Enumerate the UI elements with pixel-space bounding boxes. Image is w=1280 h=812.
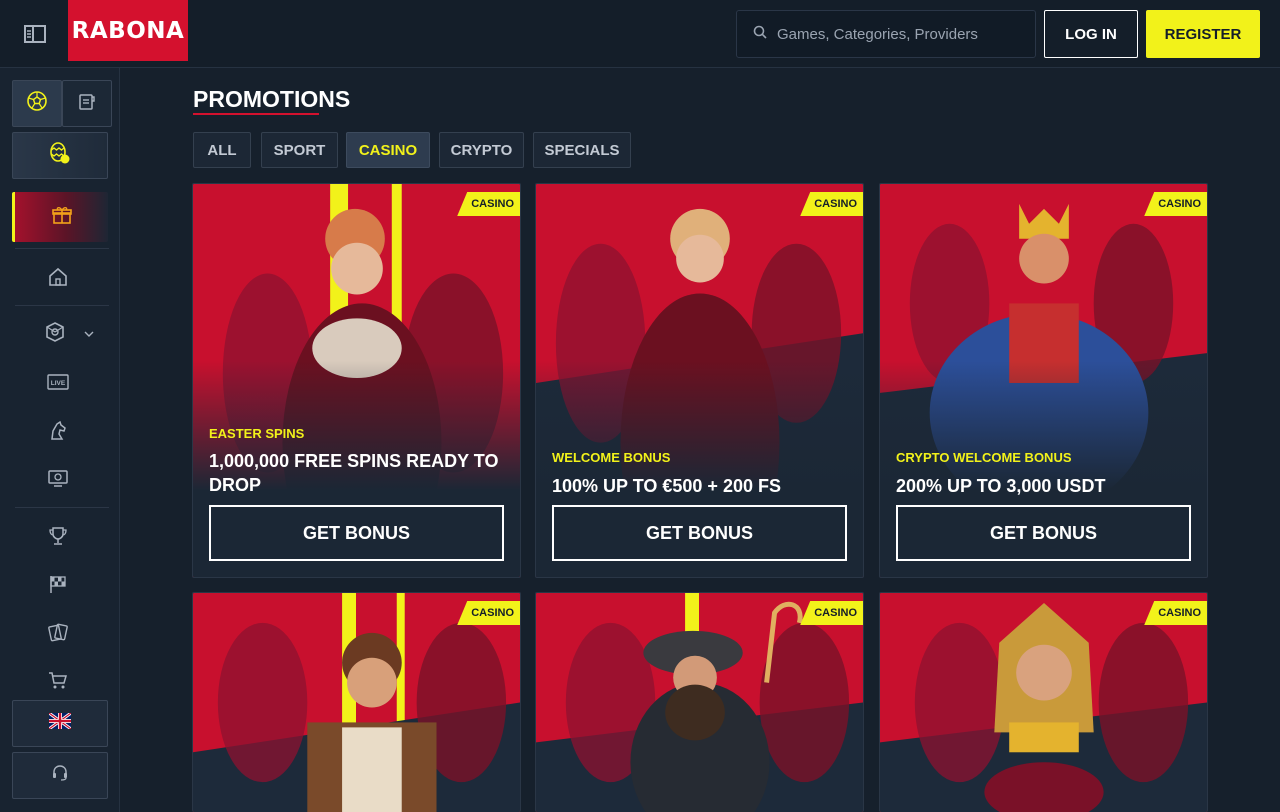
sidebar-divider (15, 305, 109, 306)
register-button[interactable]: REGISTER (1146, 10, 1260, 58)
betslip-icon (77, 91, 97, 116)
login-button[interactable]: LOG IN (1044, 10, 1138, 58)
page-title: PROMOTIONS (193, 86, 351, 112)
svg-text:LIVE: LIVE (51, 380, 66, 387)
promo-card[interactable]: CASINO (192, 592, 521, 812)
filter-tab-all[interactable]: ALL (193, 132, 251, 168)
promo-card[interactable]: CASINO WELCOME BONUS 100% UP TO €500 + 2… (535, 183, 864, 578)
promo-kicker: EASTER SPINS (209, 426, 305, 441)
racing-flag-icon[interactable] (40, 569, 76, 599)
brand-logo[interactable]: RABONA (68, 0, 188, 61)
category-badge: CASINO (800, 192, 863, 216)
top-header: RABONA LOG IN REGISTER (0, 0, 1280, 68)
trophy-icon[interactable] (40, 521, 76, 551)
betslip-toggle-button[interactable] (62, 80, 112, 127)
category-badge: CASINO (1144, 192, 1207, 216)
filter-tab-sport[interactable]: SPORT (261, 132, 338, 168)
search-icon (753, 25, 767, 44)
promo-card-artwork (880, 593, 1207, 812)
live-icon[interactable]: LIVE (40, 367, 76, 397)
category-badge: CASINO (1144, 601, 1207, 625)
filter-tab-specials[interactable]: SPECIALS (533, 132, 631, 168)
search-input[interactable] (777, 25, 1017, 43)
promotions-nav-item[interactable] (12, 192, 108, 242)
promo-card-artwork (193, 593, 520, 812)
cart-icon[interactable] (40, 665, 76, 695)
promo-title: 1,000,000 FREE SPINS READY TO DROP (209, 451, 499, 495)
uk-flag-icon (48, 711, 72, 734)
category-badge: CASINO (800, 601, 863, 625)
language-selector[interactable] (12, 700, 108, 747)
casino-chip-icon (44, 321, 66, 348)
get-bonus-button[interactable]: GET BONUS (896, 505, 1191, 561)
home-icon[interactable] (40, 262, 76, 292)
filter-tab-casino[interactable]: CASINO (346, 132, 430, 168)
live-casino-icon[interactable] (40, 463, 76, 493)
sports-toggle-button[interactable] (12, 80, 62, 127)
get-bonus-button[interactable]: GET BONUS (209, 505, 504, 561)
filter-tab-crypto[interactable]: CRYPTO (439, 132, 524, 168)
title-underline (193, 113, 319, 115)
left-sidebar: LIVE (0, 68, 120, 812)
easter-egg-icon (47, 140, 73, 171)
category-badge: CASINO (457, 192, 520, 216)
support-button[interactable] (12, 752, 108, 799)
horse-icon[interactable] (40, 415, 76, 445)
gift-icon (51, 204, 73, 231)
search-box[interactable] (736, 10, 1036, 58)
category-badge: CASINO (457, 601, 520, 625)
headset-icon (50, 763, 70, 788)
promo-card-artwork (536, 593, 863, 812)
football-icon (26, 90, 48, 117)
promo-title: 100% UP TO €500 + 200 FS (552, 476, 781, 496)
casino-menu-item[interactable] (44, 319, 94, 349)
promo-kicker: WELCOME BONUS (552, 450, 671, 465)
get-bonus-button[interactable]: GET BONUS (552, 505, 847, 561)
easter-promo-button[interactable] (12, 132, 108, 179)
promo-kicker: CRYPTO WELCOME BONUS (896, 450, 1072, 465)
promo-title: 200% UP TO 3,000 USDT (896, 476, 1106, 496)
sidebar-toggle-icon[interactable] (22, 22, 48, 46)
promo-card[interactable]: CASINO EASTER SPINS 1,000,000 FREE SPINS… (192, 183, 521, 578)
chevron-down-icon (84, 325, 94, 343)
promo-card[interactable]: CASINO (535, 592, 864, 812)
promo-card[interactable]: CASINO CRYPTO WELCOME BONUS 200% UP TO 3… (879, 183, 1208, 578)
cards-icon[interactable] (40, 617, 76, 647)
sidebar-divider (15, 248, 109, 249)
sidebar-divider (15, 507, 109, 508)
promo-card[interactable]: CASINO (879, 592, 1208, 812)
